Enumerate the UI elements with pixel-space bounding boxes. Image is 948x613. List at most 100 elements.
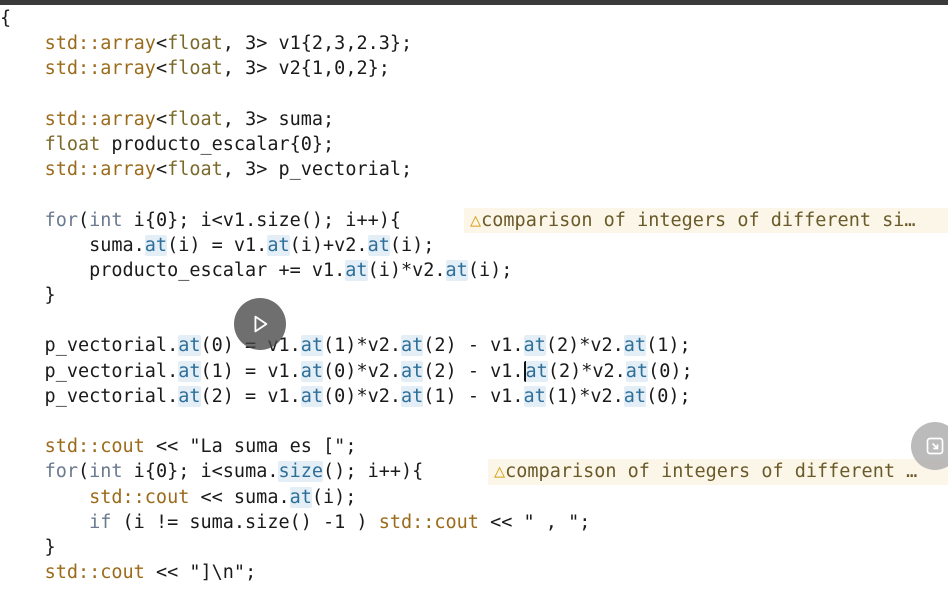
code-line[interactable]: for(int i{0}; i<suma.size(); i++){△compa… bbox=[0, 459, 948, 485]
code-token: float bbox=[167, 33, 223, 55]
highlighted-symbol: at bbox=[300, 385, 324, 407]
highlighted-symbol: at bbox=[300, 335, 324, 357]
code-line[interactable]: std::cout << "La suma es ["; bbox=[0, 434, 948, 459]
code-editor[interactable]: { std::array<float, 3> v1{2,3,2.3}; std:… bbox=[0, 6, 948, 585]
code-token: (i != suma.size() -1 ) bbox=[111, 511, 379, 533]
highlighted-symbol: at bbox=[367, 234, 390, 256]
code-token: " , " bbox=[523, 511, 580, 533]
code-token: producto_escalar{0}; bbox=[100, 133, 335, 155]
code-line[interactable]: std::array<float, 3> v2{1,0,2}; bbox=[0, 56, 948, 81]
code-token: (0); bbox=[646, 385, 691, 407]
code-token: < bbox=[155, 159, 168, 181]
code-line[interactable] bbox=[0, 409, 948, 434]
code-token: (2)*v2. bbox=[547, 360, 626, 382]
code-token: std::array bbox=[44, 33, 156, 55]
code-token: (2) = v1. bbox=[200, 385, 301, 407]
code-token: i{0}; i<suma. bbox=[122, 461, 279, 483]
code-line[interactable]: { bbox=[0, 6, 948, 31]
code-token: float bbox=[44, 133, 101, 155]
code-line[interactable]: for(int i{0}; i<v1.size(); i++){ △compari… bbox=[0, 207, 948, 233]
code-token: { bbox=[0, 8, 12, 29]
code-line[interactable] bbox=[0, 82, 948, 107]
code-line[interactable]: } bbox=[0, 535, 948, 560]
warning-triangle-icon: △ bbox=[494, 461, 506, 483]
highlighted-symbol: at bbox=[623, 385, 647, 407]
highlighted-symbol: at bbox=[178, 385, 201, 407]
highlighted-symbol: at bbox=[300, 360, 324, 382]
code-token: p_vectorial. bbox=[0, 385, 179, 407]
code-token: suma. bbox=[0, 234, 145, 256]
code-line[interactable]: p_vectorial.at(1) = v1.at(0)*v2.at(2) - … bbox=[0, 359, 948, 384]
code-line[interactable]: std::array<float, 3> suma; bbox=[0, 107, 948, 132]
code-token: i{0}; i<v1.size(); i++){ bbox=[122, 209, 401, 231]
video-play-button[interactable] bbox=[234, 298, 286, 350]
code-token: << suma. bbox=[189, 486, 290, 508]
code-line[interactable]: producto_escalar += v1.at(i)*v2.at(i); bbox=[0, 258, 948, 283]
highlighted-symbol: at bbox=[345, 259, 368, 281]
code-token: << bbox=[144, 562, 190, 584]
code-line[interactable]: std::cout << "]\n"; bbox=[0, 560, 948, 585]
code-token: < bbox=[155, 58, 168, 80]
code-line[interactable] bbox=[0, 182, 948, 207]
code-line[interactable]: std::array<float, 3> v1{2,3,2.3}; bbox=[0, 31, 948, 56]
inline-warning[interactable]: △comparison of integers of different si… bbox=[464, 207, 948, 233]
code-token: (i)*v2. bbox=[367, 259, 446, 281]
code-token: p_vectorial. bbox=[0, 335, 179, 357]
code-token: std::cout bbox=[89, 486, 190, 508]
code-line[interactable]: p_vectorial.at(0) = v1.at(1)*v2.at(2) - … bbox=[0, 333, 948, 358]
code-token: float bbox=[167, 58, 223, 80]
highlighted-symbol: at bbox=[144, 234, 168, 256]
code-line[interactable]: float producto_escalar{0}; bbox=[0, 132, 948, 157]
code-token: int bbox=[89, 209, 123, 231]
code-token: (1) = v1. bbox=[200, 360, 301, 382]
code-token: (i); bbox=[467, 259, 513, 281]
window-top-bar bbox=[0, 0, 948, 5]
code-line[interactable]: if (i != suma.size() -1 ) std::cout << "… bbox=[0, 510, 948, 535]
highlighted-symbol: at bbox=[178, 360, 201, 382]
code-token: ( bbox=[77, 209, 90, 231]
code-line[interactable]: std::array<float, 3> p_vectorial; bbox=[0, 157, 948, 182]
code-line[interactable]: p_vectorial.at(2) = v1.at(0)*v2.at(1) - … bbox=[0, 384, 948, 409]
code-token: (i); bbox=[311, 486, 357, 508]
code-token: (i) = v1. bbox=[167, 234, 268, 256]
highlighted-symbol: at bbox=[178, 335, 201, 357]
code-token: << bbox=[478, 511, 524, 533]
highlighted-symbol: at bbox=[401, 385, 424, 407]
code-token: (1)*v2. bbox=[323, 335, 401, 357]
code-token: "]\n" bbox=[189, 562, 246, 584]
code-token: (i)+v2. bbox=[289, 234, 368, 256]
highlighted-symbol: at bbox=[445, 259, 468, 281]
code-token: , 3> v1{2,3,2.3}; bbox=[222, 33, 413, 55]
code-token: (1)*v2. bbox=[545, 385, 624, 407]
highlighted-symbol: at bbox=[625, 360, 649, 382]
code-token: for bbox=[44, 209, 78, 231]
warning-triangle-icon: △ bbox=[470, 209, 482, 231]
code-token: (0)*v2. bbox=[323, 360, 401, 382]
code-token: int bbox=[89, 461, 123, 483]
highlighted-symbol: size bbox=[278, 461, 324, 483]
code-token: (0); bbox=[648, 360, 693, 382]
code-line[interactable]: } bbox=[0, 283, 948, 308]
code-token: (2)*v2. bbox=[545, 335, 624, 357]
warning-text: comparison of integers of different … bbox=[505, 461, 918, 483]
code-token: producto_escalar += v1. bbox=[0, 259, 346, 281]
highlighted-symbol: at bbox=[623, 335, 647, 357]
code-line[interactable]: std::cout << suma.at(i); bbox=[0, 485, 948, 510]
code-token: for bbox=[44, 461, 78, 483]
code-line[interactable]: suma.at(i) = v1.at(i)+v2.at(i); bbox=[0, 233, 948, 258]
code-token: std::cout bbox=[44, 562, 145, 584]
code-token: "La suma es [" bbox=[189, 436, 346, 458]
inline-warning[interactable]: △comparison of integers of different … bbox=[488, 459, 948, 485]
code-token: , 3> p_vectorial; bbox=[222, 159, 413, 181]
code-line[interactable] bbox=[0, 308, 948, 333]
highlighted-symbol: at bbox=[289, 486, 312, 508]
highlighted-symbol: at bbox=[523, 360, 548, 382]
